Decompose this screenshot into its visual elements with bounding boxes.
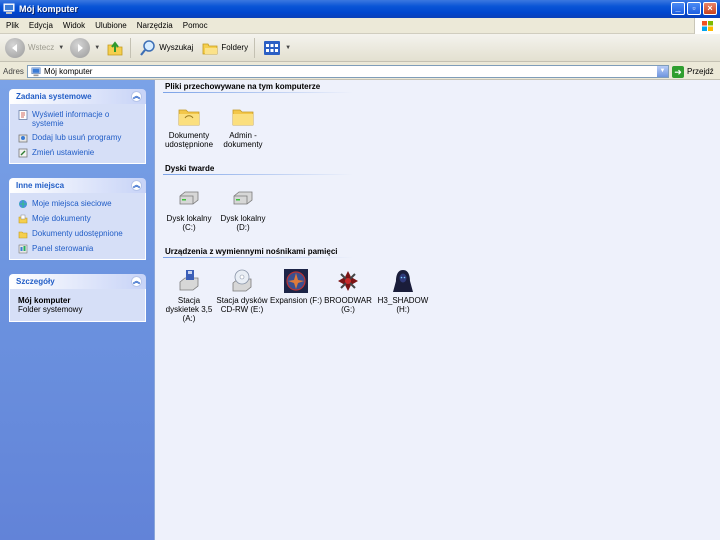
system-info-link[interactable]: Wyświetl informacje o systemie xyxy=(18,110,139,128)
back-button[interactable]: Wstecz xyxy=(2,37,57,59)
go-button[interactable]: ➜ Przejdź xyxy=(672,65,714,78)
system-info-icon xyxy=(18,110,28,120)
change-setting-link[interactable]: Zmień ustawienie xyxy=(18,148,139,158)
network-places-icon xyxy=(19,200,27,208)
my-documents-icon xyxy=(18,214,28,224)
details-header[interactable]: Szczegóły ︽ xyxy=(9,274,146,289)
details-type: Folder systemowy xyxy=(18,305,83,314)
system-tasks-title: Zadania systemowe xyxy=(16,92,92,101)
search-icon xyxy=(140,39,155,56)
address-bar: Adres Mój komputer ▼ ➜ Przejdź xyxy=(0,63,720,80)
collapse-chevron-icon[interactable]: ︽ xyxy=(131,276,142,287)
address-input[interactable]: Mój komputer ▼ xyxy=(27,65,669,78)
group-divider xyxy=(163,257,353,258)
my-computer-icon xyxy=(31,67,41,76)
folder-icon xyxy=(232,109,254,126)
window-title: Mój komputer xyxy=(19,4,79,14)
forward-button[interactable] xyxy=(67,37,93,59)
forward-arrow-icon xyxy=(70,37,91,58)
folders-icon xyxy=(202,43,218,54)
control-panel-link[interactable]: Panel sterowania xyxy=(18,244,139,254)
folder-icon xyxy=(178,109,200,126)
minimize-button[interactable]: _ xyxy=(671,2,685,15)
add-remove-programs-icon xyxy=(18,134,28,143)
maximize-button[interactable]: ▫ xyxy=(687,2,701,15)
my-computer-icon xyxy=(3,3,15,14)
address-value: Mój komputer xyxy=(44,67,93,76)
add-remove-programs-link[interactable]: Dodaj lub usuń programy xyxy=(18,133,139,143)
up-folder-button[interactable] xyxy=(103,37,127,59)
menu-bar: Plik Edycja Widok Ulubione Narzędzia Pom… xyxy=(0,18,720,34)
search-button[interactable]: Wyszukaj xyxy=(136,37,196,59)
menu-help[interactable]: Pomoc xyxy=(179,21,212,30)
menu-view[interactable]: Widok xyxy=(59,21,89,30)
hard-disk-icon xyxy=(179,191,199,205)
system-tasks-panel: Zadania systemowe ︽ Wyświetl informacje … xyxy=(9,89,146,164)
menu-tools[interactable]: Narzędzia xyxy=(133,21,177,30)
broodwar-disc-g[interactable]: BROODWAR (G:) xyxy=(321,268,375,314)
change-setting-icon xyxy=(18,148,28,158)
close-button[interactable]: × xyxy=(703,2,717,15)
views-icon xyxy=(264,40,281,55)
back-dropdown-chevron-icon[interactable]: ▼ xyxy=(57,37,65,59)
my-documents-link[interactable]: Moje dokumenty xyxy=(18,214,139,224)
menu-favorites[interactable]: Ulubione xyxy=(91,21,131,30)
local-disk-c[interactable]: Dysk lokalny (C:) xyxy=(164,186,214,232)
toolbar: Wstecz ▼ ▼ Wyszukaj Foldery ▼ xyxy=(0,34,720,62)
hard-disk-icon xyxy=(233,191,253,205)
h3-shadow-disc-h[interactable]: H3_SHADOW (H:) xyxy=(375,268,431,314)
h3-shadow-disc-icon xyxy=(393,270,413,292)
expansion-disc-f[interactable]: Expansion (F:) xyxy=(269,268,323,305)
floppy-drive-a[interactable]: Stacja dyskietek 3,5 (A:) xyxy=(164,268,214,323)
folders-label: Foldery xyxy=(221,43,249,52)
title-bar: Mój komputer _ ▫ × xyxy=(0,0,720,18)
go-arrow-icon: ➜ xyxy=(672,65,684,78)
shared-documents-link[interactable]: Dokumenty udostępnione xyxy=(18,229,139,239)
group-title-hard-disks: Dyski twarde xyxy=(165,164,215,173)
details-name: Mój komputer xyxy=(18,296,71,305)
local-disk-d[interactable]: Dysk lokalny (D:) xyxy=(218,186,268,232)
task-pane: Zadania systemowe ︽ Wyświetl informacje … xyxy=(0,80,154,540)
cd-rw-drive-e[interactable]: Stacja dysków CD-RW (E:) xyxy=(215,268,269,314)
address-label: Adres xyxy=(3,66,24,76)
group-divider xyxy=(163,92,353,93)
other-places-panel: Inne miejsca ︽ Moje miejsca sieciowe Moj… xyxy=(9,178,146,260)
go-label: Przejdź xyxy=(687,67,714,76)
views-dropdown-chevron-icon[interactable]: ▼ xyxy=(284,37,292,59)
search-label: Wyszukaj xyxy=(159,43,194,52)
network-places-link[interactable]: Moje miejsca sieciowe xyxy=(18,199,139,209)
system-tasks-header[interactable]: Zadania systemowe ︽ xyxy=(9,89,146,104)
group-title-removable-devices: Urządzenia z wymiennymi nośnikami pamięc… xyxy=(165,247,338,256)
toolbar-separator xyxy=(130,37,132,58)
address-dropdown-chevron-icon[interactable]: ▼ xyxy=(657,66,668,77)
back-arrow-icon xyxy=(5,37,25,58)
menu-file[interactable]: Plik xyxy=(2,21,23,30)
expansion-disc-icon xyxy=(284,269,308,293)
other-places-header[interactable]: Inne miejsca ︽ xyxy=(9,178,146,193)
shared-documents-folder[interactable]: Dokumenty udostępnione xyxy=(164,103,214,149)
broodwar-disc-icon xyxy=(338,271,358,291)
control-panel-icon xyxy=(18,244,28,254)
shared-documents-icon xyxy=(18,231,28,239)
up-folder-icon xyxy=(107,40,123,55)
forward-dropdown-chevron-icon[interactable]: ▼ xyxy=(93,37,101,59)
menu-edit[interactable]: Edycja xyxy=(25,21,57,30)
cd-drive-icon xyxy=(232,269,252,292)
views-button[interactable] xyxy=(260,37,284,59)
back-label: Wstecz xyxy=(28,43,55,52)
toolbar-separator xyxy=(254,37,256,58)
collapse-chevron-icon[interactable]: ︽ xyxy=(131,91,142,102)
folders-button[interactable]: Foldery xyxy=(198,37,251,59)
floppy-drive-icon xyxy=(179,270,199,291)
collapse-chevron-icon[interactable]: ︽ xyxy=(131,180,142,191)
group-title-stored-files: Pliki przechowywane na tym komputerze xyxy=(165,82,321,91)
file-list-view: Pliki przechowywane na tym komputerze Do… xyxy=(154,80,720,540)
windows-logo-icon xyxy=(694,18,720,34)
admin-documents-folder[interactable]: Admin - dokumenty xyxy=(218,103,268,149)
details-panel: Szczegóły ︽ Mój komputer Folder systemow… xyxy=(9,274,146,322)
other-places-title: Inne miejsca xyxy=(16,181,65,190)
group-divider xyxy=(163,174,353,175)
details-title: Szczegóły xyxy=(16,277,55,286)
